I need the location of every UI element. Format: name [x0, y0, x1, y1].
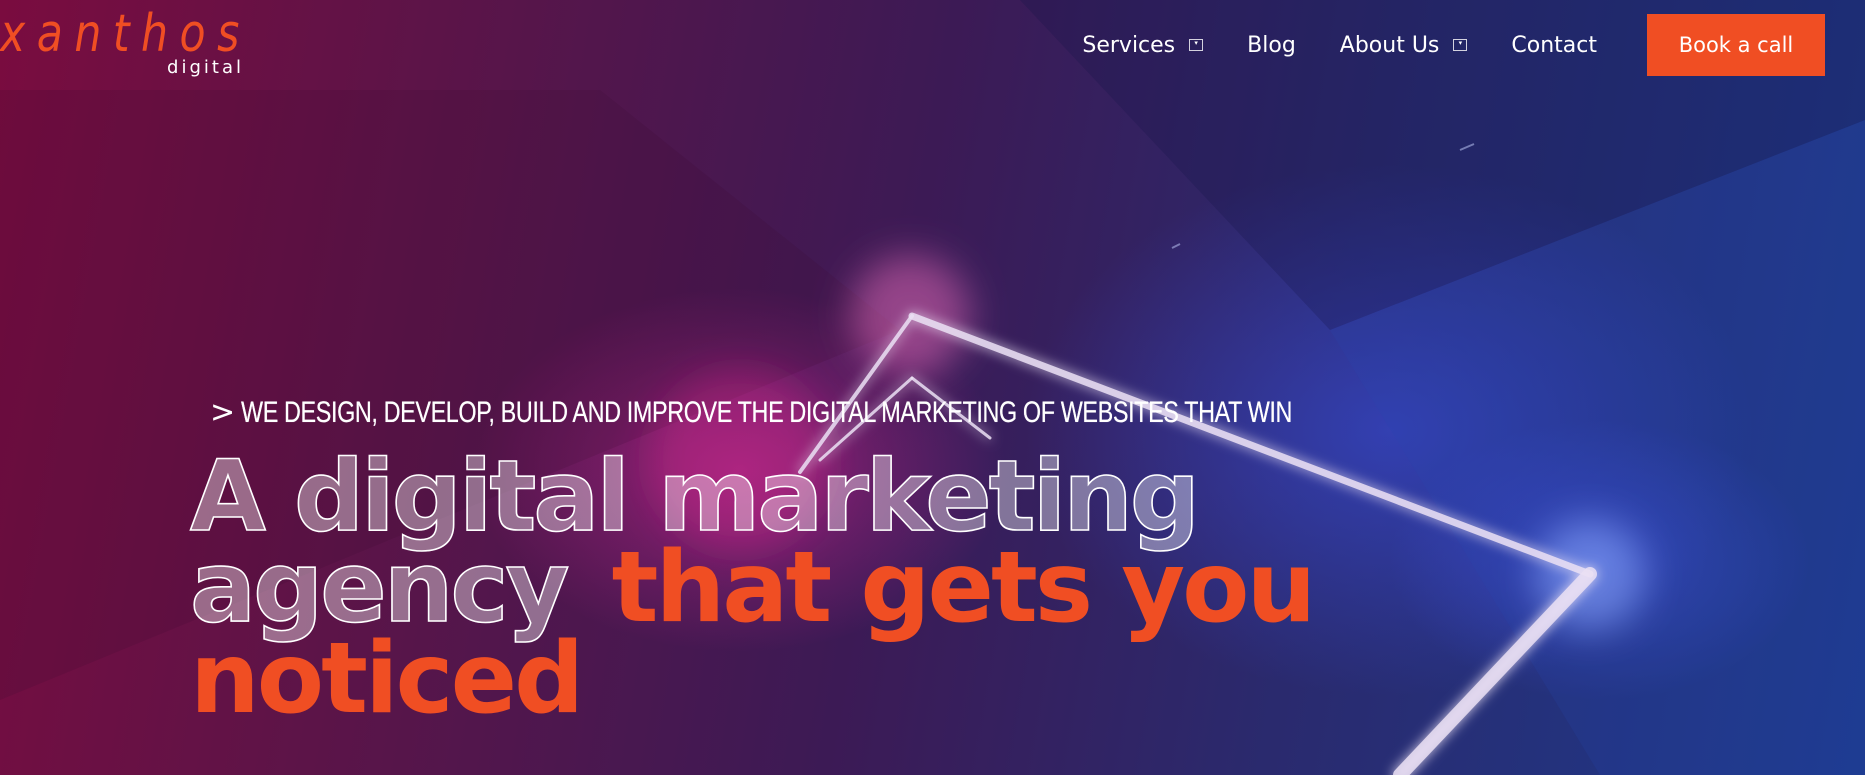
brand-subtitle: digital: [167, 57, 244, 78]
nav-item-contact[interactable]: Contact: [1511, 33, 1597, 58]
nav-item-label: Services: [1082, 32, 1176, 58]
dropdown-icon: ▾: [1453, 39, 1468, 51]
nav-item-about-us[interactable]: About Us ▾: [1340, 33, 1468, 58]
nav-item-label: About Us: [1339, 32, 1440, 58]
book-a-call-button[interactable]: Book a call: [1647, 14, 1825, 76]
main-navigation: Services ▾ Blog About Us ▾ Contact Book …: [1082, 14, 1825, 76]
headline-accent-text: noticed: [190, 622, 584, 736]
chevron-right-icon: >: [210, 395, 236, 430]
headline-accent-text: that gets you: [611, 531, 1317, 645]
hero-tagline: > WE DESIGN, DEVELOP, BUILD AND IMPROVE …: [210, 397, 1589, 429]
nav-item-label: Blog: [1247, 32, 1296, 58]
nav-item-label: Contact: [1511, 32, 1597, 58]
hero-headline: A digital marketing agency that gets you…: [189, 447, 1640, 728]
headline-line-1: A digital marketing: [189, 447, 1640, 547]
brand-name: xanthos: [0, 4, 251, 64]
brand-logo[interactable]: xanthos digital: [0, 8, 250, 80]
hero-section: xanthos digital Services ▾ Blog About Us…: [0, 0, 1865, 775]
tagline-text: WE DESIGN, DEVELOP, BUILD AND IMPROVE TH…: [241, 396, 1293, 429]
dropdown-icon: ▾: [1189, 39, 1204, 51]
headline-line-2: agency that gets you: [189, 538, 1640, 638]
nav-item-services[interactable]: Services ▾: [1082, 32, 1204, 58]
nav-item-blog[interactable]: Blog: [1247, 33, 1296, 58]
